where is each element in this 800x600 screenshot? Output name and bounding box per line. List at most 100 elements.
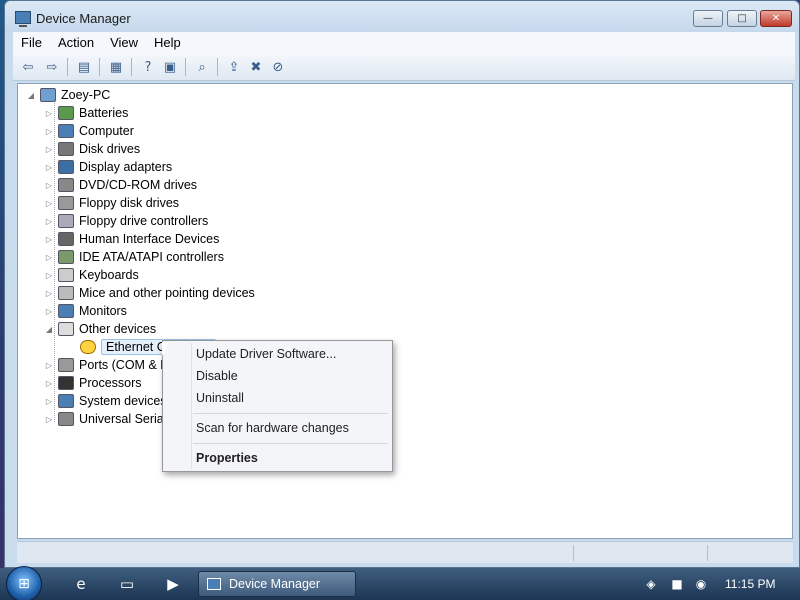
tree-root-label: Zoey-PC (61, 88, 111, 102)
port-icon (58, 358, 74, 372)
context-menu: Update Driver Software... Disable Uninst… (162, 340, 393, 472)
tree-root[interactable]: ◢ Zoey-PC (26, 86, 110, 104)
menu-action[interactable]: Action (50, 35, 102, 50)
monitor-icon (58, 304, 74, 318)
menu-item-properties[interactable]: Properties (196, 451, 258, 465)
properties-icon[interactable]: ▦ (107, 58, 125, 76)
expand-icon[interactable]: ▷ (44, 271, 54, 280)
taskbar-button-device-manager[interactable]: Device Manager (198, 571, 356, 597)
ie-icon[interactable]: e (70, 574, 92, 594)
media-player-icon[interactable]: ▶ (162, 574, 184, 594)
expand-icon[interactable]: ▷ (44, 145, 54, 154)
tree-item-keyboards[interactable]: ▷ Keyboards (44, 266, 139, 284)
toolbar-separator (99, 58, 100, 76)
explorer-icon[interactable]: ▭ (116, 574, 138, 594)
tree-item-hid[interactable]: ▷ Human Interface Devices (44, 230, 219, 248)
mouse-cursor-icon (162, 342, 169, 356)
device-tree-pane: ◢ Zoey-PC ▷ Batteries ▷ Computer ▷ Disk … (17, 83, 793, 539)
tree-item-mice[interactable]: ▷ Mice and other pointing devices (44, 284, 255, 302)
update-driver-icon[interactable]: ⇪ (225, 58, 243, 76)
disable-icon[interactable]: ⊘ (269, 58, 287, 76)
expand-icon[interactable]: ▷ (44, 127, 54, 136)
start-button[interactable]: ⊞ (6, 566, 42, 600)
maximize-button[interactable]: □ (727, 10, 757, 27)
processor-icon (58, 376, 74, 390)
action-pane-icon[interactable]: ▣ (161, 58, 179, 76)
ide-controller-icon (58, 250, 74, 264)
menu-file[interactable]: File (13, 35, 50, 50)
tree-item-label: Floppy disk drives (79, 196, 180, 210)
tree-item-system-devices[interactable]: ▷ System devices (44, 392, 167, 410)
title-bar[interactable]: Device Manager — □ ✕ (5, 1, 799, 33)
tree-item-computer[interactable]: ▷ Computer (44, 122, 134, 140)
minimize-button[interactable]: — (693, 10, 723, 27)
tree-item-ide-controllers[interactable]: ▷ IDE ATA/ATAPI controllers (44, 248, 224, 266)
taskbar: ⊞ e ▭ ▶ Device Manager ◈ ■ ◉ 11:15 PM (0, 566, 800, 600)
expand-icon[interactable]: ▷ (44, 307, 54, 316)
tree-item-batteries[interactable]: ▷ Batteries (44, 104, 128, 122)
help-icon[interactable]: ? (139, 58, 157, 76)
menu-item-uninstall[interactable]: Uninstall (196, 391, 244, 405)
show-hide-console-tree-icon[interactable]: ▤ (75, 58, 93, 76)
tree-item-floppy-controllers[interactable]: ▷ Floppy drive controllers (44, 212, 208, 230)
expand-icon[interactable]: ▷ (44, 181, 54, 190)
tree-item-display-adapters[interactable]: ▷ Display adapters (44, 158, 172, 176)
hid-icon (58, 232, 74, 246)
tree-item-other-devices[interactable]: ◢ Other devices (44, 320, 156, 338)
keyboard-icon (58, 268, 74, 282)
expand-icon[interactable]: ▷ (44, 415, 54, 424)
collapse-icon[interactable]: ◢ (44, 325, 54, 334)
collapse-icon[interactable]: ◢ (26, 91, 36, 100)
window-title: Device Manager (36, 11, 131, 26)
dvd-drive-icon (58, 178, 74, 192)
expand-icon[interactable]: ▷ (44, 217, 54, 226)
tree-item-label: Monitors (79, 304, 127, 318)
tree-item-dvd-drives[interactable]: ▷ DVD/CD-ROM drives (44, 176, 197, 194)
tree-item-processors[interactable]: ▷ Processors (44, 374, 142, 392)
flag-icon[interactable]: ■ (670, 577, 684, 591)
close-button[interactable]: ✕ (760, 10, 792, 27)
tree-item-label: Batteries (79, 106, 129, 120)
expand-icon[interactable]: ▷ (44, 397, 54, 406)
expand-icon[interactable]: ▷ (44, 199, 54, 208)
menu-help[interactable]: Help (146, 35, 189, 50)
expand-icon[interactable]: ▷ (44, 379, 54, 388)
menu-separator (193, 443, 388, 444)
system-device-icon (58, 394, 74, 408)
unknown-device-icon (58, 322, 74, 336)
uninstall-icon[interactable]: ✖ (247, 58, 265, 76)
clock[interactable]: 11:15 PM (725, 577, 775, 591)
device-manager-window: Device Manager — □ ✕ File Action View He… (4, 0, 800, 568)
disk-drive-icon (58, 142, 74, 156)
tree-item-label: Processors (79, 376, 142, 390)
expand-icon[interactable]: ▷ (44, 289, 54, 298)
warning-device-icon (80, 340, 96, 354)
expand-icon[interactable]: ▷ (44, 235, 54, 244)
speaker-icon[interactable]: ◉ (694, 577, 708, 591)
tree-item-monitors[interactable]: ▷ Monitors (44, 302, 127, 320)
menu-item-disable[interactable]: Disable (196, 369, 238, 383)
menu-separator (193, 413, 388, 414)
scan-hardware-icon[interactable]: ⌕ (193, 58, 211, 76)
tree-item-label: IDE ATA/ATAPI controllers (79, 250, 224, 264)
forward-icon[interactable]: ⇨ (43, 58, 61, 76)
computer-icon (58, 124, 74, 138)
menu-view[interactable]: View (102, 35, 146, 50)
back-icon[interactable]: ⇦ (19, 58, 37, 76)
expand-icon[interactable]: ▷ (44, 253, 54, 262)
expand-icon[interactable]: ▷ (44, 163, 54, 172)
device-manager-icon (207, 578, 221, 590)
menu-item-update-driver[interactable]: Update Driver Software... (196, 347, 336, 361)
usb-icon (58, 412, 74, 426)
network-icon[interactable]: ◈ (644, 577, 658, 591)
menu-bar: File Action View Help (13, 32, 795, 53)
tree-item-label: System devices (79, 394, 167, 408)
device-manager-icon (15, 11, 31, 27)
expand-icon[interactable]: ▷ (44, 361, 54, 370)
tree-item-label: DVD/CD-ROM drives (79, 178, 198, 192)
tree-item-disk-drives[interactable]: ▷ Disk drives (44, 140, 140, 158)
toolbar-separator (67, 58, 68, 76)
menu-item-scan-hardware[interactable]: Scan for hardware changes (196, 421, 349, 435)
expand-icon[interactable]: ▷ (44, 109, 54, 118)
tree-item-floppy-disk-drives[interactable]: ▷ Floppy disk drives (44, 194, 179, 212)
